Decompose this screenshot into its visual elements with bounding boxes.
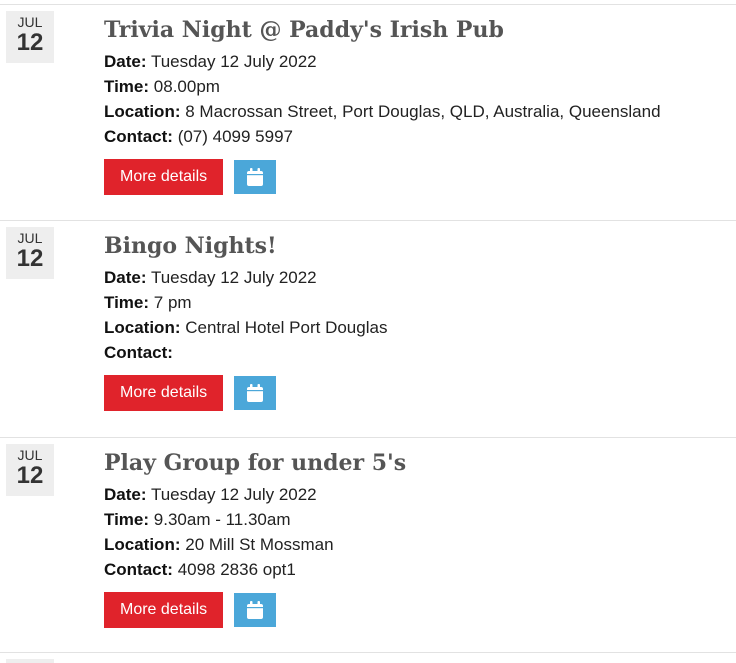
date-value: Tuesday 12 July 2022	[150, 52, 317, 71]
time-value: 7 pm	[153, 293, 192, 312]
date-label: Date:	[104, 52, 147, 71]
event-title[interactable]: Play Group for under 5's	[104, 448, 724, 478]
event-content: Play Group for under 5's Date: Tuesday 1…	[104, 448, 724, 628]
event-contact-row: Contact:	[104, 340, 724, 365]
date-month: JUL	[17, 447, 43, 463]
add-to-calendar-button[interactable]	[233, 593, 276, 627]
date-month: JUL	[17, 14, 43, 30]
event-time-row: Time: 7 pm	[104, 290, 724, 315]
event-content: Trivia Night @ Paddy's Irish Pub Date: T…	[104, 15, 724, 195]
event-location-row: Location: Central Hotel Port Douglas	[104, 315, 724, 340]
time-label: Time:	[104, 293, 150, 312]
contact-value: (07) 4099 5997	[177, 127, 294, 146]
event-date-row: Date: Tuesday 12 July 2022	[104, 49, 724, 74]
time-label: Time:	[104, 510, 150, 529]
date-day: 12	[16, 29, 44, 56]
location-value: 8 Macrossan Street, Port Douglas, QLD, A…	[185, 102, 661, 121]
event-item: JUL 12 Play Group for under 5's Date: Tu…	[0, 437, 736, 653]
more-details-button[interactable]: More details	[104, 375, 224, 411]
more-details-button[interactable]: More details	[104, 592, 224, 628]
event-item: JUL 12 Bingo Nights! Date: Tuesday 12 Ju…	[0, 220, 736, 436]
location-label: Location:	[104, 535, 181, 554]
event-time-row: Time: 9.30am - 11.30am	[104, 507, 724, 532]
event-actions: More details	[104, 375, 724, 411]
date-badge: JUL 12	[6, 11, 54, 63]
date-label: Date:	[104, 485, 147, 504]
event-actions: More details	[104, 159, 724, 195]
date-day: 12	[16, 462, 44, 489]
contact-label: Contact:	[104, 127, 173, 146]
event-location-row: Location: 20 Mill St Mossman	[104, 532, 724, 557]
date-badge: JUL 12	[6, 444, 54, 496]
date-value: Tuesday 12 July 2022	[150, 268, 317, 287]
location-value: Central Hotel Port Douglas	[185, 318, 388, 337]
event-actions: More details	[104, 592, 724, 628]
time-value: 08.00pm	[153, 77, 220, 96]
location-value: 20 Mill St Mossman	[185, 535, 334, 554]
add-to-calendar-button[interactable]	[233, 376, 276, 410]
contact-value: 4098 2836 opt1	[177, 560, 296, 579]
event-title[interactable]: Trivia Night @ Paddy's Irish Pub	[104, 15, 724, 45]
event-content: Bingo Nights! Date: Tuesday 12 July 2022…	[104, 231, 724, 411]
date-label: Date:	[104, 268, 147, 287]
date-value: Tuesday 12 July 2022	[150, 485, 317, 504]
add-to-calendar-button[interactable]	[233, 160, 276, 194]
location-label: Location:	[104, 102, 181, 121]
date-day: 12	[16, 245, 44, 272]
event-date-row: Date: Tuesday 12 July 2022	[104, 482, 724, 507]
time-value: 9.30am - 11.30am	[153, 510, 291, 529]
location-label: Location:	[104, 318, 181, 337]
calendar-icon	[246, 168, 263, 186]
event-time-row: Time: 08.00pm	[104, 74, 724, 99]
calendar-icon	[246, 384, 263, 402]
contact-label: Contact:	[104, 343, 173, 362]
contact-label: Contact:	[104, 560, 173, 579]
event-item: JUL 12 Trivia Night @ Paddy's Irish Pub …	[0, 4, 736, 220]
event-location-row: Location: 8 Macrossan Street, Port Dougl…	[104, 99, 724, 124]
event-date-row: Date: Tuesday 12 July 2022	[104, 265, 724, 290]
event-contact-row: Contact: 4098 2836 opt1	[104, 557, 724, 582]
calendar-icon	[246, 601, 263, 619]
more-details-button[interactable]: More details	[104, 159, 224, 195]
event-title[interactable]: Bingo Nights!	[104, 231, 724, 261]
event-contact-row: Contact: (07) 4099 5997	[104, 124, 724, 149]
date-badge: JUL 12	[6, 227, 54, 279]
time-label: Time:	[104, 77, 150, 96]
date-month: JUL	[17, 230, 43, 246]
